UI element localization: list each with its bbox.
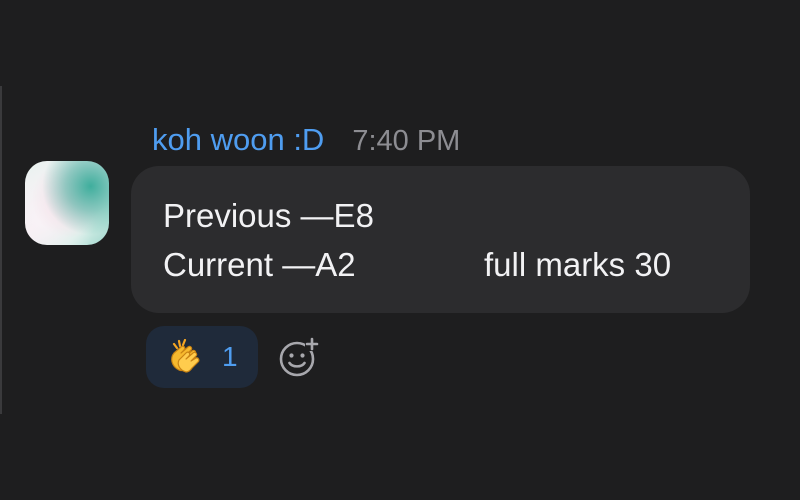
chat-view: koh woon :D 7:40 PM Previous —E8 Current… (0, 0, 800, 500)
message-bubble[interactable] (131, 166, 750, 313)
thread-divider (0, 86, 2, 414)
message-line-current: Current —A2 (163, 246, 356, 283)
message-timestamp: 7:40 PM (352, 125, 461, 157)
message-line-previous: Previous —E8 (163, 197, 374, 234)
avatar[interactable] (25, 161, 109, 245)
clapping-hands-icon (171, 339, 200, 373)
message-line-full-marks: full marks 30 (484, 246, 672, 283)
sender-name[interactable]: koh woon :D (152, 122, 324, 158)
message-header: koh woon :D 7:40 PM (152, 122, 460, 162)
add-emoji-icon[interactable] (276, 334, 322, 380)
reaction-pill[interactable]: 1 (146, 326, 258, 388)
reaction-count: 1 (222, 341, 238, 372)
